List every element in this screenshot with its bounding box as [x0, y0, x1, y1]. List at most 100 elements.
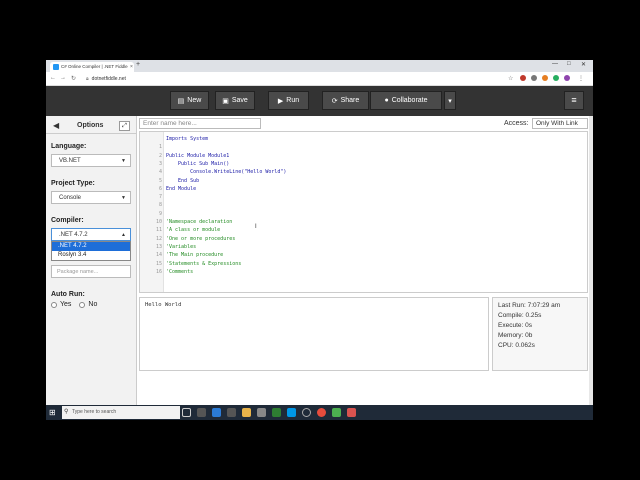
tab-close-icon[interactable]: × [130, 64, 133, 70]
recorder-icon[interactable] [347, 408, 356, 417]
sidebar-title: Options [77, 122, 104, 129]
extension-red-icon[interactable] [520, 75, 526, 81]
minimize-button[interactable]: — [552, 61, 558, 67]
search-icon: ⚲ [64, 409, 69, 415]
mail-icon[interactable] [257, 408, 266, 417]
stat-compile: Compile: 0.25s [498, 312, 542, 319]
hamburger-menu-button[interactable]: ≡ [564, 91, 584, 110]
reload-icon[interactable]: ↻ [71, 75, 76, 82]
fiddle-name-input[interactable]: Enter name here... [139, 118, 261, 129]
windows-start-icon[interactable]: ⊞ [49, 408, 56, 417]
code-line: 15 'Statements & Expressions [140, 261, 587, 269]
code-editor[interactable]: Imports System 1 2 Public Module Module1 3 P… [139, 131, 588, 293]
code-line: 14 'The Main procedure [140, 252, 587, 260]
edge-icon[interactable] [212, 408, 221, 417]
screen: C# Online Compiler | .NET Fiddle × + — □… [46, 60, 593, 420]
stat-memory: Memory: 0b [498, 332, 533, 339]
browser-menu-icon[interactable]: ⋮ [578, 75, 584, 82]
compiler-option[interactable]: Roslyn 3.4 [52, 251, 130, 260]
user-icon: ● [384, 97, 389, 104]
share-button-label: Share [340, 97, 360, 104]
collapse-arrow-icon[interactable]: ◀ [53, 121, 59, 130]
package-name-input[interactable]: Package name... [51, 265, 131, 278]
new-button-label: New [187, 97, 202, 104]
auto-run-options: Yes No [51, 301, 97, 308]
address-bar: ← → ↻ 🔒︎ dotnetfiddle.net ☆ ⋮ [46, 72, 593, 86]
run-button[interactable]: ▶ Run [268, 91, 309, 110]
auto-run-yes-radio[interactable] [51, 301, 57, 308]
compiler-select[interactable]: .NET 4.7.2 ▲ [51, 228, 131, 241]
access-select[interactable]: Only With Link [532, 118, 588, 129]
expand-icon[interactable]: ⤢ [119, 121, 130, 131]
chevron-down-icon: ▾ [448, 97, 452, 105]
code-line: Imports System [140, 136, 587, 144]
close-window-button[interactable]: ✕ [581, 61, 586, 68]
project-type-value: Console [59, 195, 82, 201]
extension-green-icon[interactable] [553, 75, 559, 81]
compiler-option[interactable]: .NET 4.7.2 [52, 242, 130, 251]
language-label: Language: [51, 143, 87, 150]
code-text: End Module [166, 185, 197, 192]
file-icon: ▤ [177, 97, 185, 105]
maximize-button[interactable]: □ [567, 61, 571, 67]
tab-title: C# Online Compiler | .NET Fiddle [61, 64, 128, 69]
explorer-icon[interactable] [242, 408, 251, 417]
run-button-label: Run [286, 97, 300, 104]
code-line: 6 End Module [140, 186, 587, 194]
profile-avatar[interactable] [564, 75, 570, 81]
extension-grey-icon[interactable] [531, 75, 537, 81]
stat-last-run: Last Run: 7:07:29 am [498, 302, 561, 309]
task-view-icon[interactable] [182, 408, 191, 417]
compiler-dropdown-list: .NET 4.7.2 Roslyn 3.4 [51, 241, 131, 261]
lock-icon: 🔒︎ [86, 76, 89, 82]
code-text: 'A class or module [166, 227, 221, 234]
code-line: 7 [140, 194, 587, 202]
skype-icon[interactable] [287, 408, 296, 417]
camtasia-icon[interactable] [332, 408, 341, 417]
text-cursor-icon: I [255, 224, 257, 230]
project-type-select[interactable]: Console ▼ [51, 191, 131, 204]
code-text: Imports System [166, 136, 209, 142]
code-line: 12 'One or more procedures [140, 236, 587, 244]
chevron-down-icon: ▼ [121, 195, 126, 201]
chrome-icon[interactable] [317, 408, 326, 417]
save-button[interactable]: ▣ Save [215, 91, 255, 110]
auto-run-no-radio[interactable] [79, 301, 86, 308]
line-number: 2 [158, 152, 162, 159]
line-number: 9 [158, 210, 162, 217]
line-number: 10 [155, 219, 162, 225]
run-stats-panel: Last Run: 7:07:29 am Compile: 0.25s Exec… [492, 297, 588, 371]
page-scrollbar[interactable] [589, 116, 593, 420]
code-text: 'Statements & Expressions [166, 260, 242, 267]
share-icon: ⟳ [331, 97, 338, 105]
share-button[interactable]: ⟳ Share [322, 91, 369, 110]
line-number: 16 [155, 268, 162, 275]
url-field[interactable]: 🔒︎ dotnetfiddle.net [86, 74, 126, 82]
code-text: Public Sub Main() [166, 160, 230, 167]
code-line: 11 'A class or module [140, 227, 587, 235]
extension-orange-icon[interactable] [542, 75, 548, 81]
forward-arrow-icon[interactable]: → [60, 75, 66, 81]
task-view-icon[interactable] [197, 408, 206, 417]
language-value: VB.NET [59, 158, 81, 164]
code-text: Public Module Module1 [166, 152, 230, 159]
collaborate-button[interactable]: ● Collaborate [370, 91, 442, 110]
language-select[interactable]: VB.NET ▼ [51, 154, 131, 167]
clock-icon[interactable] [302, 408, 311, 417]
save-button-label: Save [231, 97, 248, 104]
stat-cpu: CPU: 0.062s [498, 342, 535, 349]
android-icon[interactable] [272, 408, 281, 417]
page-toolbar: ▤ New ▣ Save ▶ Run ⟳ Share ● Collaborate… [46, 86, 593, 116]
store-icon[interactable] [227, 408, 236, 417]
more-dropdown-button[interactable]: ▾ [444, 91, 456, 110]
line-number: 3 [158, 160, 162, 167]
browser-tab[interactable]: C# Online Compiler | .NET Fiddle × [50, 62, 134, 72]
taskbar-search-box[interactable]: ⚲ Type here to search [62, 406, 180, 419]
new-button[interactable]: ▤ New [170, 91, 209, 110]
bookmark-star-icon[interactable]: ☆ [508, 75, 513, 82]
collaborate-button-label: Collaborate [391, 97, 428, 104]
back-arrow-icon[interactable]: ← [50, 75, 56, 81]
line-number: 4 [158, 169, 162, 176]
code-line: 13 'Variables [140, 244, 587, 252]
new-tab-button[interactable]: + [136, 61, 140, 68]
